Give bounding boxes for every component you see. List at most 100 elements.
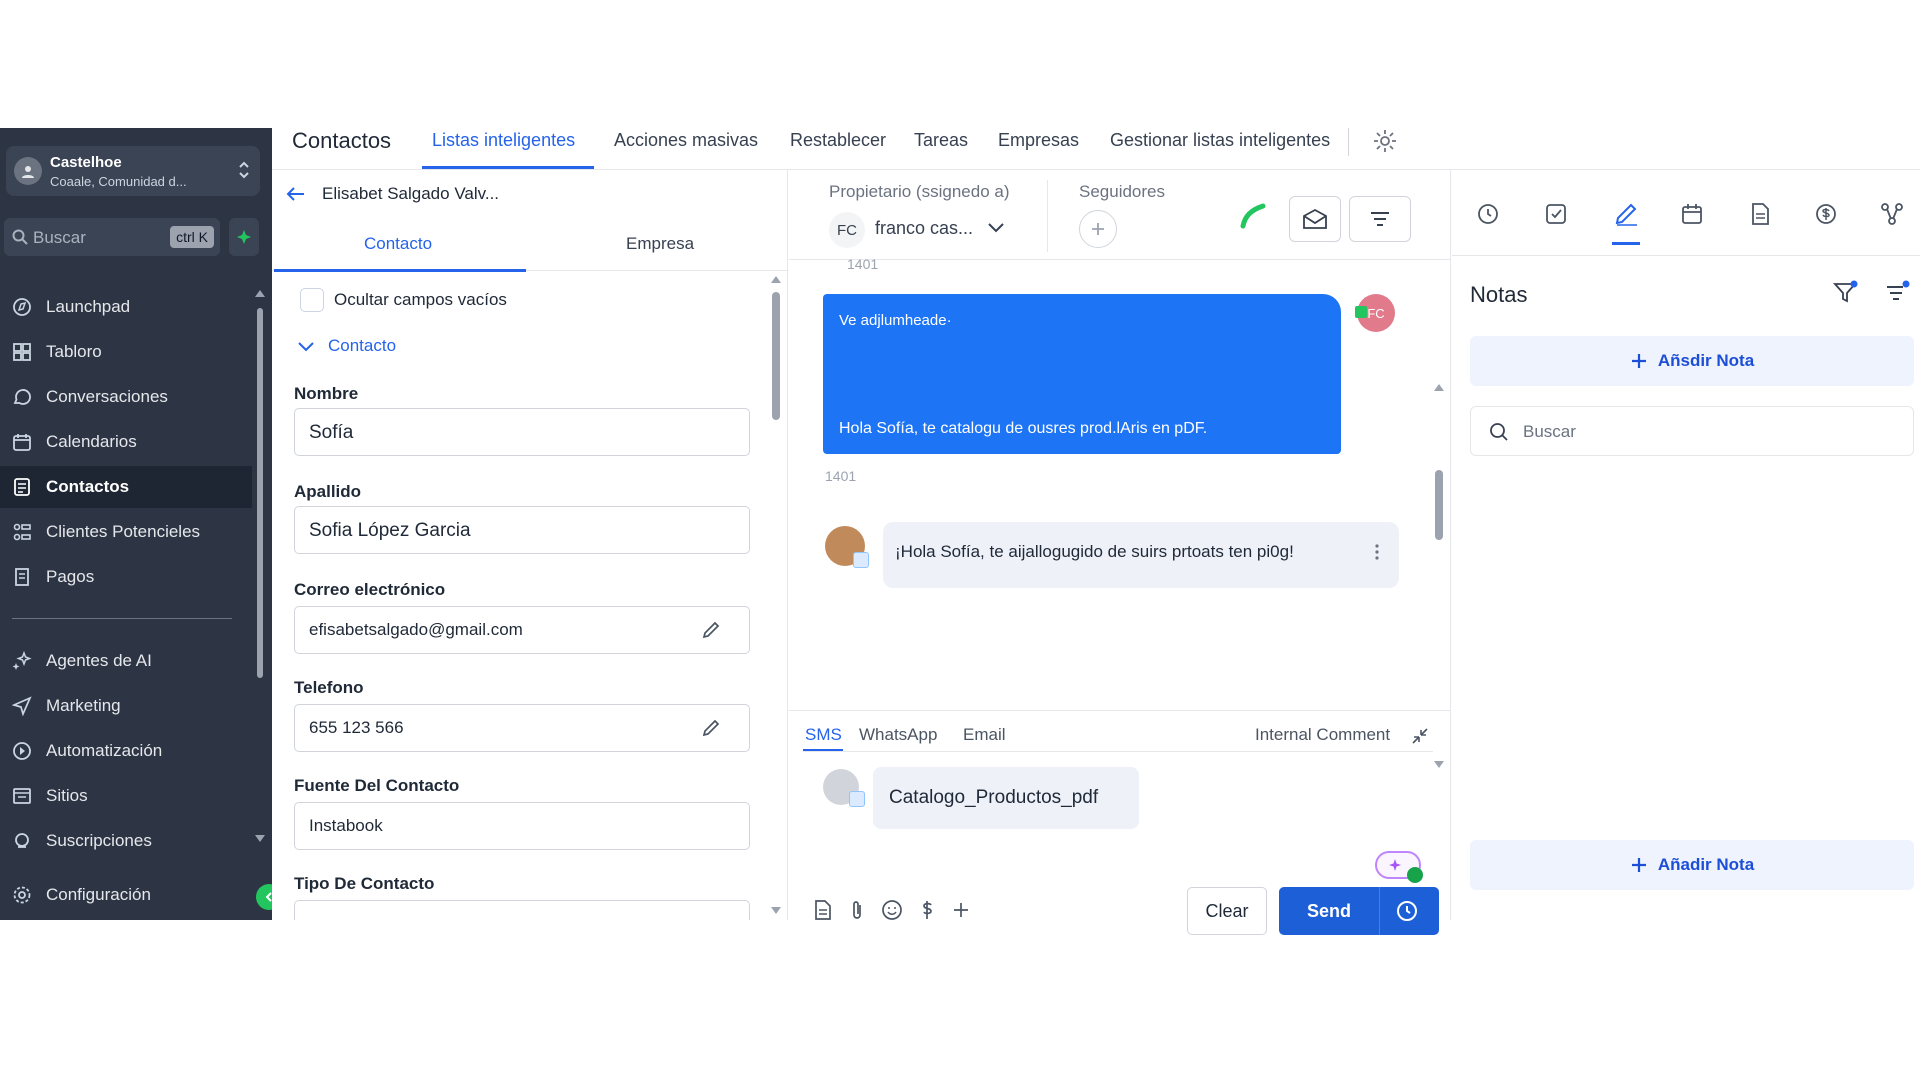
sidebar-scrollbar[interactable] [257, 308, 263, 678]
scroll-down-arrow-icon[interactable] [254, 834, 266, 844]
channel-tab-email[interactable]: Email [963, 725, 1006, 745]
contact-source-field[interactable]: Instabook [294, 802, 750, 850]
scroll-up-arrow-icon[interactable] [770, 274, 782, 284]
internal-comment-tab[interactable]: Internal Comment [1255, 725, 1390, 745]
email-button[interactable] [1289, 196, 1341, 242]
dollar-icon[interactable] [917, 899, 937, 921]
filter-messages-button[interactable] [1349, 196, 1411, 242]
channel-tab-whatsapp[interactable]: WhatsApp [859, 725, 937, 745]
sidebar-item-subscriptions[interactable]: Suscripciones [0, 820, 252, 862]
add-follower-button[interactable] [1079, 210, 1117, 248]
message-timestamp: 1401 [847, 256, 879, 272]
composer-toolbar [813, 899, 971, 921]
chevron-down-icon[interactable] [296, 336, 316, 356]
phone-call-icon[interactable] [1239, 202, 1267, 230]
hide-empty-fields-checkbox[interactable] [300, 288, 324, 312]
sidebar-item-label: Conversaciones [46, 387, 168, 406]
send-button[interactable]: Send [1279, 887, 1439, 935]
task-check-icon[interactable] [1544, 202, 1568, 226]
contact-type-field[interactable] [294, 900, 750, 920]
last-name-field[interactable]: Sofia López Garcia [294, 506, 750, 554]
sidebar-item-sites[interactable]: Sitios [0, 775, 252, 817]
calendar-icon[interactable] [1680, 202, 1704, 226]
sidebar-divider [12, 618, 232, 619]
outgoing-message[interactable]: Ve adjlumheade· Hola Sofía, te catalogu … [823, 294, 1341, 454]
emoji-icon[interactable] [881, 899, 903, 921]
sidebar-item-automation[interactable]: Automatización [0, 730, 252, 772]
settings-gear-icon[interactable] [1372, 128, 1398, 154]
owner-select[interactable]: franco cas... [875, 218, 973, 239]
pencil-icon[interactable] [701, 620, 721, 640]
channel-tab-sms[interactable]: SMS [805, 725, 842, 745]
phone-field[interactable]: 655 123 566 [294, 704, 750, 752]
message-thread: 1401 Ve adjlumheade· Hola Sofía, te cata… [789, 256, 1451, 720]
sidebar-item-dashboard[interactable]: Tabloro [0, 331, 252, 373]
message-composer: SMS WhatsApp Email Internal Comment Cata… [789, 710, 1451, 935]
chevron-down-icon[interactable] [987, 222, 1005, 234]
filter-funnel-icon[interactable] [1832, 280, 1858, 306]
sidebar-item-calendars[interactable]: Calendarios [0, 421, 252, 463]
sidebar-item-label: Tabloro [46, 342, 102, 361]
sidebar-item-label: Automatización [46, 741, 163, 760]
tab-restore[interactable]: Restablecer [790, 130, 886, 151]
more-options-icon[interactable] [1375, 544, 1379, 560]
section-contact-label[interactable]: Contacto [328, 336, 396, 356]
scroll-down-arrow-icon[interactable] [770, 906, 782, 916]
arrow-left-icon[interactable] [286, 186, 306, 202]
pencil-note-icon[interactable] [1614, 202, 1640, 226]
tab-contact[interactable]: Contacto [364, 234, 432, 254]
sidebar-item-settings[interactable]: Configuración [0, 874, 252, 916]
notes-search-input[interactable]: Buscar [1470, 406, 1914, 456]
first-name-field[interactable]: Sofía [294, 408, 750, 456]
workflow-icon[interactable] [1880, 202, 1904, 226]
scroll-up-arrow-icon[interactable] [254, 288, 266, 298]
template-icon[interactable] [813, 899, 833, 921]
schedule-clock-icon[interactable] [1395, 899, 1419, 923]
email-field[interactable]: efisabetsalgado@gmail.com [294, 606, 750, 654]
contact-source-label: Fuente Del Contacto [294, 776, 460, 795]
email-value: efisabetsalgado@gmail.com [309, 620, 523, 639]
tab-bulk-actions[interactable]: Acciones masivas [614, 130, 758, 151]
scroll-up-arrow-icon[interactable] [1433, 382, 1445, 392]
active-channel-indicator [803, 749, 843, 751]
sidebar-item-label: Pagos [46, 567, 95, 586]
add-note-button[interactable]: Añsdir Nota [1470, 336, 1914, 386]
contact-name: Elisabet Salgado Valv... [322, 184, 500, 203]
location-switcher[interactable]: Castelhoe Coaale, Comunidad d... [6, 146, 260, 196]
tab-company[interactable]: Empresa [626, 234, 694, 254]
sidebar-search[interactable]: Buscar ctrl K [4, 218, 220, 256]
search-icon [1489, 422, 1509, 442]
document-icon[interactable] [1748, 202, 1772, 226]
sidebar-item-payments[interactable]: Pagos [0, 556, 252, 598]
messages-scrollbar[interactable] [1435, 470, 1443, 540]
tab-tasks[interactable]: Tareas [914, 130, 968, 151]
sites-icon [12, 786, 32, 806]
sort-lines-icon[interactable] [1884, 280, 1910, 306]
send-button-divider [1379, 887, 1380, 935]
sender-initials: FC [1367, 305, 1385, 321]
sidebar-item-contacts[interactable]: Contactos [0, 466, 252, 508]
sidebar-item-label: Configuración [46, 885, 151, 904]
paperclip-icon[interactable] [847, 899, 867, 921]
collapse-composer-icon[interactable] [1411, 727, 1429, 745]
tab-companies[interactable]: Empresas [998, 130, 1079, 151]
sidebar-item-leads[interactable]: Clientes Potencieles [0, 511, 252, 553]
add-note-bottom-button[interactable]: Añadir Nota [1470, 840, 1914, 890]
history-clock-icon[interactable] [1476, 202, 1500, 226]
attachment-chip[interactable]: Catalogo_Productos_pdf [873, 767, 1139, 829]
sidebar-item-launchpad[interactable]: Launchpad [0, 286, 252, 328]
sidebar-item-conversations[interactable]: Conversaciones [0, 376, 252, 418]
ai-assist-toggle[interactable] [1375, 851, 1423, 883]
contact-scrollbar[interactable] [772, 292, 780, 420]
payment-dollar-icon[interactable] [1814, 202, 1838, 226]
notes-search-placeholder: Buscar [1523, 422, 1576, 441]
incoming-message[interactable]: ¡Hola Sofía, te aijallogugido de suirs p… [883, 522, 1399, 588]
plus-icon[interactable] [951, 899, 971, 921]
tab-manage-smart-lists[interactable]: Gestionar listas inteligentes [1110, 130, 1330, 151]
clear-button[interactable]: Clear [1187, 887, 1267, 935]
quick-action-button[interactable] [229, 218, 259, 256]
sidebar-item-ai-agents[interactable]: Agentes de AI [0, 640, 252, 682]
pencil-icon[interactable] [701, 718, 721, 738]
tab-smart-lists[interactable]: Listas inteligentes [432, 130, 575, 151]
sidebar-item-marketing[interactable]: Marketing [0, 685, 252, 727]
